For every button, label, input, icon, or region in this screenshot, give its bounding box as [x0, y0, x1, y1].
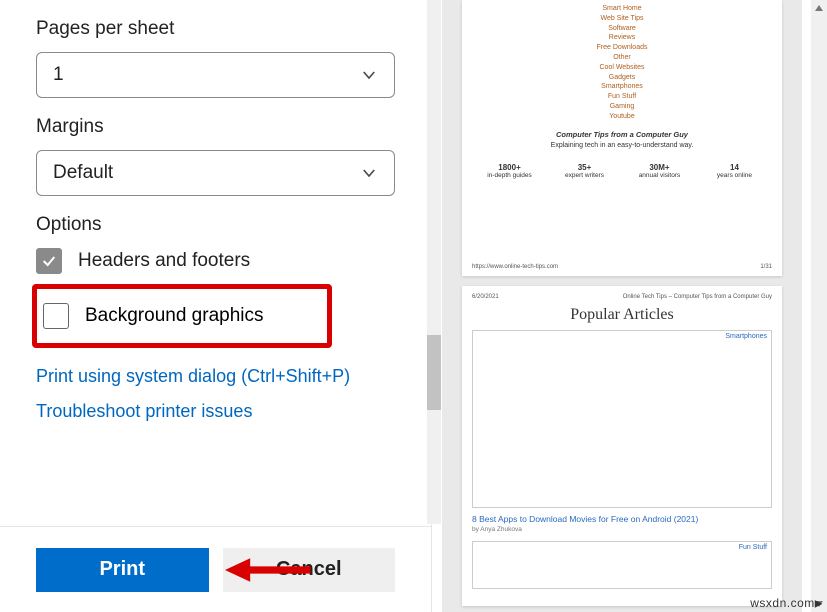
cat-item: Web Site Tips	[472, 14, 772, 24]
preview-footer-url: https://www.online-tech-tips.com	[472, 264, 558, 270]
preview-stats: 1800+ in-depth guides 35+ expert writers…	[472, 163, 772, 180]
margins-label: Margins	[36, 116, 395, 138]
article-card: Smartphones	[472, 330, 772, 508]
pages-per-sheet-value: 1	[53, 64, 64, 86]
headers-footers-checkbox[interactable]	[36, 248, 62, 274]
preview-header: 6/20/2021 Online Tech Tips – Computer Ti…	[472, 294, 772, 300]
cat-item: Other	[472, 53, 772, 63]
preview-date: 6/20/2021	[472, 294, 499, 300]
preview-page-1: Smart Home Web Site Tips Software Review…	[462, 0, 782, 276]
cat-item: Smart Home	[472, 4, 772, 14]
card-tag: Fun Stuff	[739, 544, 767, 551]
headers-footers-text: Headers and footers	[78, 250, 250, 272]
cat-item: Cool Websites	[472, 63, 772, 73]
cat-item: Software	[472, 24, 772, 34]
headers-footers-option[interactable]: Headers and footers	[36, 248, 395, 274]
preview-subline: Explaining tech in an easy-to-understand…	[472, 142, 772, 149]
article-title: 8 Best Apps to Download Movies for Free …	[472, 514, 772, 524]
margins-select[interactable]: Default	[36, 150, 395, 196]
margins-value: Default	[53, 162, 113, 184]
preview-tagline: Computer Tips from a Computer Guy	[472, 130, 772, 139]
pages-per-sheet-select[interactable]: 1	[36, 52, 395, 98]
background-graphics-highlight: Background graphics	[32, 284, 332, 348]
card-tag: Smartphones	[725, 333, 767, 340]
watermark: wsxdn.com▶	[750, 596, 823, 610]
chevron-down-icon	[360, 164, 378, 182]
button-bar: Print Cancel	[0, 526, 431, 612]
stat-item: 1800+ in-depth guides	[474, 163, 545, 180]
print-preview-pane: Smart Home Web Site Tips Software Review…	[442, 0, 802, 612]
popular-articles-heading: Popular Articles	[472, 306, 772, 324]
preview-scrollbar[interactable]	[811, 0, 827, 612]
cat-item: Smartphones	[472, 82, 772, 92]
print-button[interactable]: Print	[36, 548, 209, 592]
stat-item: 14 years online	[699, 163, 770, 180]
preview-categories: Smart Home Web Site Tips Software Review…	[472, 4, 772, 122]
print-settings-panel: Pages per sheet 1 Margins Default Option…	[0, 0, 432, 612]
stat-item: 35+ expert writers	[549, 163, 620, 180]
settings-scroll: Pages per sheet 1 Margins Default Option…	[0, 0, 431, 526]
preview-footer-page: 1/31	[760, 264, 772, 270]
preview-page-2: 6/20/2021 Online Tech Tips – Computer Ti…	[462, 286, 782, 606]
article-card: Fun Stuff	[472, 541, 772, 589]
cat-item: Fun Stuff	[472, 92, 772, 102]
preview-header-title: Online Tech Tips – Computer Tips from a …	[623, 294, 772, 300]
cat-item: Reviews	[472, 33, 772, 43]
system-dialog-link[interactable]: Print using system dialog (Ctrl+Shift+P)	[36, 366, 395, 387]
cat-item: Free Downloads	[472, 43, 772, 53]
stat-item: 30M+ annual visitors	[624, 163, 695, 180]
article-author: by Anya Zhukova	[472, 526, 772, 533]
cancel-button[interactable]: Cancel	[223, 548, 396, 592]
background-graphics-checkbox[interactable]	[43, 303, 69, 329]
pages-per-sheet-label: Pages per sheet	[36, 18, 395, 40]
settings-scrollbar-track[interactable]	[427, 0, 441, 524]
options-label: Options	[36, 214, 395, 236]
cat-item: Gaming	[472, 102, 772, 112]
cat-item: Gadgets	[472, 73, 772, 83]
chevron-down-icon	[360, 66, 378, 84]
settings-scrollbar-thumb[interactable]	[427, 335, 441, 410]
troubleshoot-link[interactable]: Troubleshoot printer issues	[36, 401, 395, 422]
cat-item: Youtube	[472, 112, 772, 122]
background-graphics-text: Background graphics	[85, 305, 264, 327]
watermark-icon: ▶	[815, 598, 823, 609]
scroll-up-icon[interactable]	[811, 0, 827, 16]
